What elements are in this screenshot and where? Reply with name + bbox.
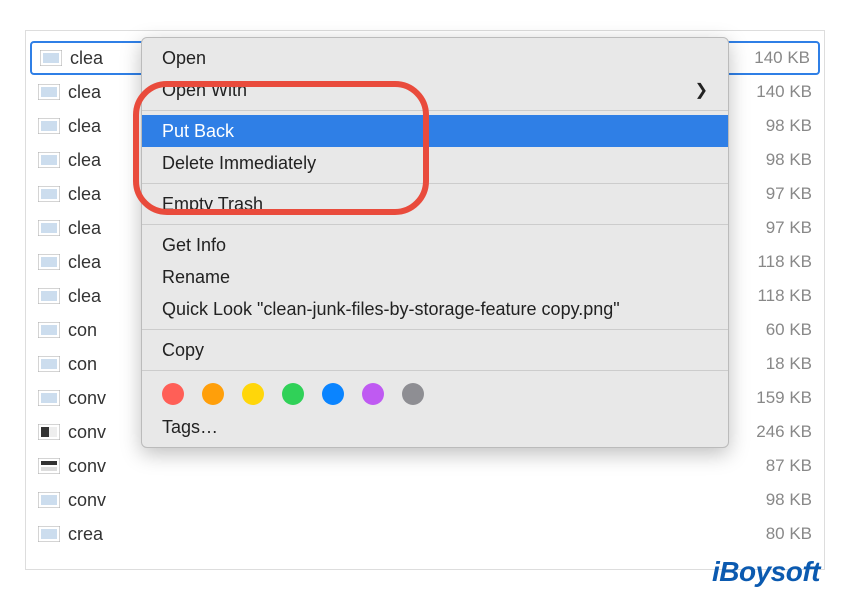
file-size: 60 KB <box>732 320 812 340</box>
file-size: 97 KB <box>732 184 812 204</box>
tag-blue[interactable] <box>322 383 344 405</box>
context-menu: Open Open With ❯ Put Back Delete Immedia… <box>141 37 729 448</box>
menu-label: Copy <box>162 340 204 361</box>
menu-label: Open With <box>162 80 247 101</box>
finder-window: clea 140 KB clea 140 KB clea 98 KB clea … <box>25 30 825 570</box>
file-size: 140 KB <box>730 48 810 68</box>
menu-put-back[interactable]: Put Back <box>142 115 728 147</box>
image-icon <box>38 288 60 304</box>
image-icon <box>38 118 60 134</box>
image-icon <box>38 390 60 406</box>
image-icon <box>38 84 60 100</box>
menu-divider <box>142 329 728 330</box>
watermark-logo: iBoysoft <box>712 556 820 588</box>
menu-divider <box>142 370 728 371</box>
image-icon <box>38 492 60 508</box>
file-row[interactable]: conv 87 KB <box>26 449 824 483</box>
menu-divider <box>142 110 728 111</box>
tag-purple[interactable] <box>362 383 384 405</box>
file-size: 80 KB <box>732 524 812 544</box>
chevron-right-icon: ❯ <box>695 80 708 100</box>
menu-get-info[interactable]: Get Info <box>142 229 728 261</box>
file-size: 87 KB <box>732 456 812 476</box>
file-row[interactable]: crea 80 KB <box>26 517 824 551</box>
file-list: clea 140 KB clea 140 KB clea 98 KB clea … <box>26 31 824 561</box>
menu-label: Delete Immediately <box>162 153 316 174</box>
menu-label: Get Info <box>162 235 226 256</box>
menu-label: Put Back <box>162 121 234 142</box>
tag-red[interactable] <box>162 383 184 405</box>
image-icon <box>40 50 62 66</box>
file-size: 246 KB <box>732 422 812 442</box>
file-size: 98 KB <box>732 150 812 170</box>
menu-tags[interactable]: Tags… <box>142 411 728 443</box>
menu-divider <box>142 224 728 225</box>
menu-copy[interactable]: Copy <box>142 334 728 366</box>
file-name: crea <box>68 524 732 545</box>
menu-delete-immediately[interactable]: Delete Immediately <box>142 147 728 179</box>
file-size: 159 KB <box>732 388 812 408</box>
file-size: 140 KB <box>732 82 812 102</box>
file-size: 98 KB <box>732 116 812 136</box>
menu-rename[interactable]: Rename <box>142 261 728 293</box>
image-icon <box>38 526 60 542</box>
menu-open[interactable]: Open <box>142 42 728 74</box>
menu-label: Tags… <box>162 417 218 438</box>
menu-divider <box>142 183 728 184</box>
image-icon <box>38 356 60 372</box>
file-size: 118 KB <box>732 252 812 272</box>
menu-label: Rename <box>162 267 230 288</box>
file-size: 118 KB <box>732 286 812 306</box>
tag-yellow[interactable] <box>242 383 264 405</box>
tag-orange[interactable] <box>202 383 224 405</box>
file-row[interactable]: conv 98 KB <box>26 483 824 517</box>
menu-label: Open <box>162 48 206 69</box>
image-icon <box>38 152 60 168</box>
menu-empty-trash[interactable]: Empty Trash <box>142 188 728 220</box>
image-icon <box>38 458 60 474</box>
image-icon <box>38 424 60 440</box>
image-icon <box>38 186 60 202</box>
file-name: conv <box>68 490 732 511</box>
tag-gray[interactable] <box>402 383 424 405</box>
tag-green[interactable] <box>282 383 304 405</box>
image-icon <box>38 322 60 338</box>
image-icon <box>38 220 60 236</box>
menu-label: Empty Trash <box>162 194 263 215</box>
tag-color-row <box>142 375 728 411</box>
file-size: 97 KB <box>732 218 812 238</box>
menu-open-with[interactable]: Open With ❯ <box>142 74 728 106</box>
menu-quick-look[interactable]: Quick Look "clean-junk-files-by-storage-… <box>142 293 728 325</box>
menu-label: Quick Look "clean-junk-files-by-storage-… <box>162 299 620 320</box>
file-size: 98 KB <box>732 490 812 510</box>
file-size: 18 KB <box>732 354 812 374</box>
file-name: conv <box>68 456 732 477</box>
image-icon <box>38 254 60 270</box>
